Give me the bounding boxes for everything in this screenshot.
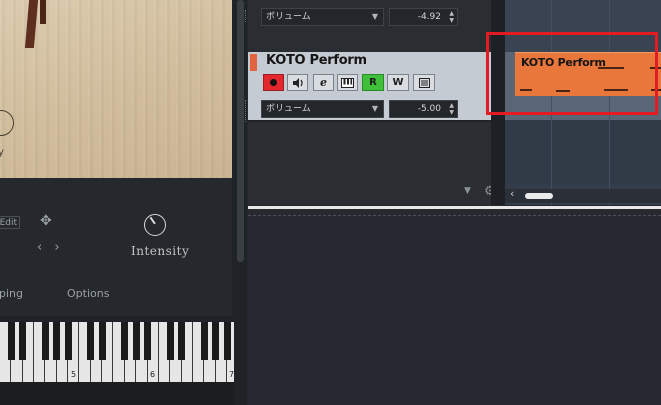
track-grip[interactable] <box>245 100 248 122</box>
black-key[interactable] <box>132 322 140 360</box>
notepad-button[interactable] <box>413 74 435 91</box>
upper-volume-value: -4.92 <box>417 12 441 22</box>
piano-keyboard[interactable]: 5 6 7 <box>0 322 239 382</box>
lower-zone <box>248 209 661 405</box>
edit-button[interactable]: Edit <box>0 216 20 229</box>
black-key[interactable] <box>166 322 174 360</box>
black-key[interactable] <box>98 322 106 360</box>
instrument-scrollbar-thumb[interactable] <box>237 0 244 262</box>
monitor-button[interactable] <box>287 74 308 91</box>
artwork-knob-label: y <box>0 147 4 158</box>
black-key[interactable] <box>178 322 186 360</box>
piano-icon <box>341 78 354 88</box>
octave-label: 6 <box>150 370 156 379</box>
black-key[interactable] <box>53 322 61 360</box>
artwork-chair-leg <box>24 0 39 48</box>
black-key[interactable] <box>41 322 49 360</box>
collapse-icon[interactable]: ▼ <box>464 186 471 196</box>
black-key[interactable] <box>200 322 208 360</box>
track-color-indicator[interactable] <box>250 54 257 71</box>
spinner-icon[interactable]: ▲ ▼ <box>449 10 454 24</box>
track-grip[interactable] <box>245 10 248 22</box>
read-automation-button[interactable]: R <box>362 74 384 91</box>
track-separator <box>248 120 491 122</box>
instrument-button[interactable] <box>337 74 358 91</box>
instrument-panel: y Edit ✥ ‹ › Intensity ping Options 5 6 … <box>0 0 247 405</box>
speaker-icon <box>292 78 303 88</box>
lane-empty[interactable] <box>505 120 661 184</box>
black-key[interactable] <box>64 322 72 360</box>
spinner-icon[interactable]: ▲ ▼ <box>449 102 454 116</box>
upper-volume-value-field[interactable]: -4.92 ▲ ▼ <box>389 8 458 26</box>
record-enable-button[interactable] <box>263 74 284 91</box>
track-name[interactable]: KOTO Perform <box>266 53 367 68</box>
tab-mapping[interactable]: ping <box>0 287 23 300</box>
panel-footer <box>0 382 247 405</box>
intensity-knob[interactable] <box>144 214 166 236</box>
black-key[interactable] <box>121 322 129 360</box>
lower-volume-value: -5.00 <box>417 104 441 114</box>
tab-options[interactable]: Options <box>67 287 109 300</box>
black-key[interactable] <box>19 322 27 360</box>
octave-label: 5 <box>71 370 77 379</box>
lower-volume-value-field[interactable]: -5.00 ▲ ▼ <box>389 100 458 118</box>
highlight-annotation-box <box>486 32 658 115</box>
artwork-chair-leg <box>40 0 46 24</box>
track-list-footer: ▼ ⚙ <box>248 184 506 205</box>
lower-zone-guide <box>248 215 661 216</box>
black-key[interactable] <box>212 322 220 360</box>
arrows-icon[interactable]: ‹ › <box>37 240 64 255</box>
lower-volume-parameter-select[interactable]: ボリューム ▼ <box>261 100 384 118</box>
chevron-down-icon: ▼ <box>371 104 378 113</box>
chevron-down-icon: ▼ <box>371 12 378 21</box>
artwork-knob[interactable] <box>0 110 14 136</box>
instrument-controls <box>0 178 232 316</box>
write-automation-button[interactable]: W <box>387 74 409 91</box>
scroll-left-icon[interactable]: ‹ <box>510 187 514 200</box>
black-key[interactable] <box>223 322 231 360</box>
upper-volume-label: ボリューム <box>266 12 311 22</box>
instrument-artwork: y <box>0 0 232 178</box>
drag-icon[interactable]: ✥ <box>40 213 52 229</box>
black-key[interactable] <box>144 322 152 360</box>
upper-volume-parameter-select[interactable]: ボリューム ▼ <box>261 8 384 26</box>
intensity-label: Intensity <box>131 244 190 258</box>
black-key[interactable] <box>7 322 15 360</box>
lower-volume-label: ボリューム <box>266 104 311 114</box>
black-key[interactable] <box>87 322 95 360</box>
edit-channel-button[interactable]: e <box>313 74 334 91</box>
notepad-icon <box>418 78 430 88</box>
arrangement-scrollbar-thumb[interactable] <box>525 193 553 199</box>
